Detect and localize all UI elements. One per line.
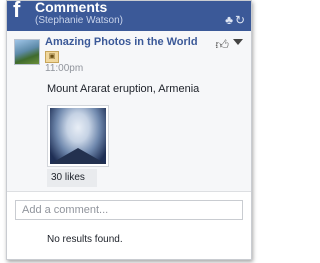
caret-down-icon[interactable]: [233, 39, 243, 45]
post-caption: Mount Ararat eruption, Armenia: [47, 83, 200, 95]
page-name-link[interactable]: Amazing Photos in the World: [45, 36, 198, 48]
comment-area: No results found.: [7, 191, 251, 259]
no-results-text: No results found.: [47, 234, 123, 245]
comment-input[interactable]: [15, 200, 243, 220]
thumbs-up-icon[interactable]: 👍︎: [215, 37, 229, 53]
people-icon[interactable]: ♣: [225, 13, 235, 27]
comments-window: f Comments (Stephanie Watson) ♣↻ Amazing…: [6, 0, 252, 260]
facebook-logo-icon: f: [13, 0, 21, 22]
refresh-icon[interactable]: ↻: [235, 13, 247, 27]
post-timestamp[interactable]: 11:00pm: [45, 63, 83, 74]
volcano-photo: [50, 108, 106, 164]
likes-count[interactable]: 30 likes: [47, 169, 97, 187]
page-badge-icon: ▣: [45, 51, 59, 63]
post: Amazing Photos in the World ▣ 11:00pm 👍︎…: [7, 31, 251, 191]
mountain-shape: [50, 148, 106, 164]
page-avatar[interactable]: [14, 39, 40, 65]
titlebar-icons: ♣↻: [225, 13, 247, 27]
window-subtitle: (Stephanie Watson): [35, 15, 124, 26]
title-bar: f Comments (Stephanie Watson) ♣↻: [7, 1, 251, 31]
window-title: Comments: [35, 0, 108, 15]
post-photo[interactable]: [47, 105, 109, 167]
